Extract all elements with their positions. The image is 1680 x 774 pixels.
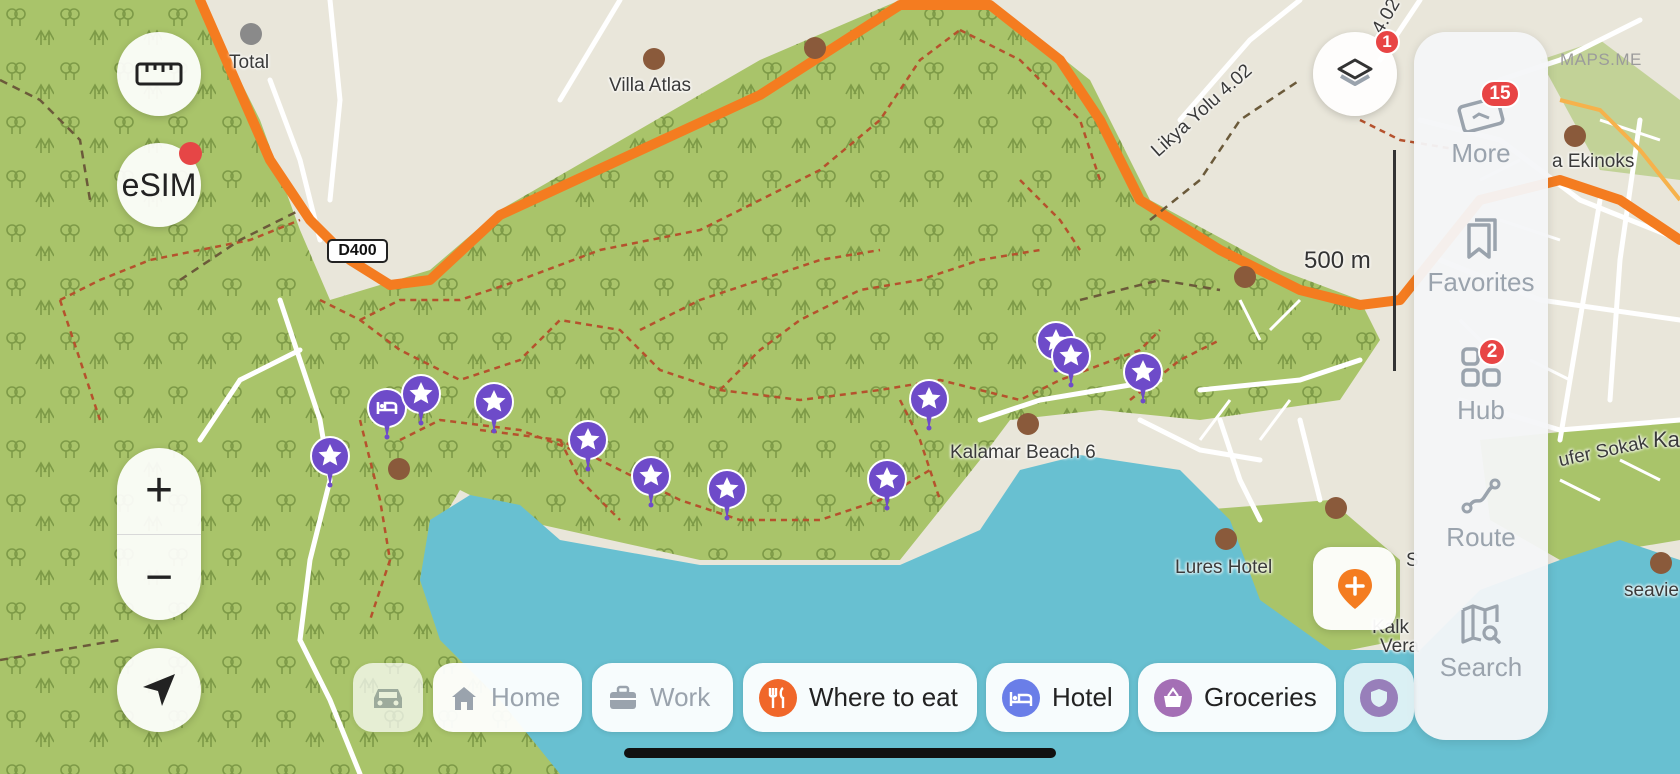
- map-label-ka: Ka: [1653, 427, 1680, 452]
- route-label: Route: [1446, 522, 1516, 552]
- car-icon: [374, 688, 402, 708]
- road-shield-d400: D400: [327, 239, 388, 263]
- hub-label: Hub: [1457, 395, 1505, 425]
- home-icon: [452, 686, 476, 710]
- zoom-in-button[interactable]: +: [117, 448, 201, 534]
- map-label-seaview[interactable]: seavie: [1624, 580, 1679, 602]
- zoom-out-icon: −: [144, 551, 174, 604]
- layers-badge: 1: [1374, 29, 1400, 55]
- esim-label: eSIM: [121, 166, 197, 203]
- bed-icon: [1002, 678, 1040, 717]
- ruler-button[interactable]: [117, 32, 201, 116]
- saved-place-pin[interactable]: [310, 436, 350, 488]
- chip-more-partial[interactable]: [1344, 663, 1414, 732]
- saved-place-pin[interactable]: [1123, 352, 1163, 404]
- saved-place-pin[interactable]: [867, 459, 907, 511]
- chip-home[interactable]: Home: [433, 663, 582, 732]
- chip-groceries-label: Groceries: [1204, 682, 1317, 712]
- esim-notification-dot: [179, 142, 202, 165]
- zoom-in-icon: +: [144, 464, 174, 517]
- map-label-kalamar-beach[interactable]: Kalamar Beach 6: [950, 442, 1096, 464]
- saved-place-pin[interactable]: [474, 382, 514, 434]
- chip-where-to-eat[interactable]: Where to eat: [743, 663, 977, 732]
- favorites-label: Favorites: [1427, 267, 1535, 297]
- search-label: Search: [1439, 652, 1523, 682]
- saved-place-pin[interactable]: [909, 379, 949, 431]
- more-button[interactable]: More: [1414, 92, 1548, 169]
- more-label: More: [1451, 138, 1511, 168]
- hub-badge: 2: [1478, 338, 1506, 366]
- bookmark-icon: [1467, 218, 1497, 259]
- search-button[interactable]: Search: [1414, 602, 1548, 683]
- home-indicator: [624, 748, 1056, 758]
- map-label-villa-atlas[interactable]: Villa Atlas: [609, 75, 691, 97]
- maps-me-watermark: MAPS.ME: [1560, 50, 1642, 69]
- my-location-button[interactable]: [117, 648, 201, 732]
- shield-icon: [1360, 678, 1398, 717]
- basket-icon: [1154, 678, 1192, 717]
- right-nav-panel: More 15 Favorites Hub 2 Route Search: [1414, 32, 1548, 740]
- ruler-icon: [135, 62, 183, 86]
- add-place-icon: [1337, 568, 1372, 609]
- add-place-button[interactable]: [1313, 547, 1396, 630]
- saved-place-pin[interactable]: [707, 469, 747, 521]
- map-label-total[interactable]: Total: [229, 52, 269, 74]
- chip-hotel[interactable]: Hotel: [986, 663, 1129, 732]
- favorites-button[interactable]: Favorites: [1414, 217, 1548, 298]
- route-icon: [1461, 478, 1501, 514]
- route-button[interactable]: Route: [1414, 476, 1548, 553]
- scale-bar: [1393, 150, 1396, 371]
- chip-groceries[interactable]: Groceries: [1138, 663, 1336, 732]
- saved-place-pin[interactable]: [631, 456, 671, 508]
- navigation-arrow-icon: [143, 674, 175, 706]
- layers-icon: [1337, 58, 1373, 86]
- chip-work[interactable]: Work: [592, 663, 733, 732]
- fork-knife-icon: [759, 678, 797, 717]
- saved-place-pin[interactable]: [401, 374, 441, 426]
- map-search-icon: [1461, 604, 1501, 644]
- more-badge: 15: [1480, 80, 1520, 108]
- zoom-control: + −: [117, 448, 201, 620]
- map-label-lures-hotel[interactable]: Lures Hotel: [1175, 557, 1272, 579]
- scale-label: 500 m: [1304, 247, 1371, 274]
- chip-home-label: Home: [491, 682, 561, 712]
- chip-where-to-eat-label: Where to eat: [809, 682, 958, 712]
- chip-hotel-label: Hotel: [1052, 682, 1113, 712]
- chip-work-label: Work: [650, 682, 711, 712]
- saved-place-pin[interactable]: [1051, 336, 1091, 388]
- briefcase-icon: [610, 685, 636, 709]
- chip-car[interactable]: [353, 663, 423, 732]
- map-label-ekinoks[interactable]: a Ekinoks: [1552, 151, 1634, 173]
- saved-place-pin[interactable]: [568, 420, 608, 472]
- zoom-out-button[interactable]: −: [117, 535, 201, 620]
